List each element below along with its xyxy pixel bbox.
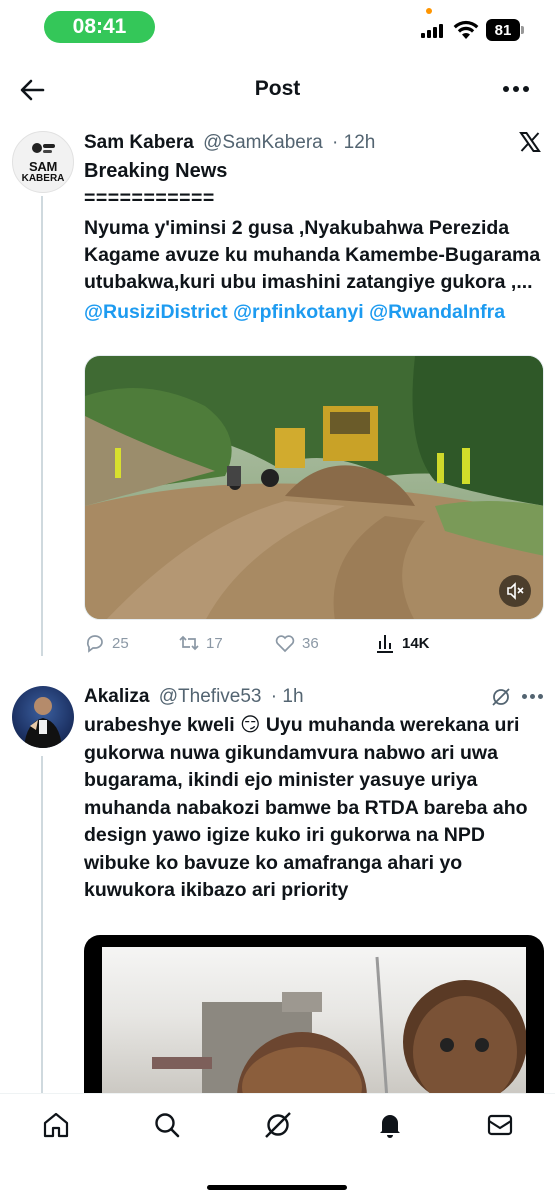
location-indicator-icon [426,8,432,14]
post-header: Post [0,62,555,118]
mute-icon [507,582,524,600]
like-count: 36 [302,634,319,652]
home-indicator [207,1185,347,1190]
post-timestamp[interactable]: · 1h [271,686,304,707]
grok-icon[interactable] [490,686,512,708]
battery-icon: 81 [486,19,524,41]
post-video[interactable] [84,355,544,620]
notifications-icon[interactable] [375,1110,405,1140]
avatar-text: SAM [29,158,57,174]
author-handle[interactable]: @SamKabera [203,132,323,153]
avatar[interactable] [12,686,74,748]
post-text: urabeshye kweli 😏 Uyu muhanda werekana u… [84,714,528,901]
author-handle[interactable]: @Thefive53 [159,686,262,707]
page-title: Post [254,77,301,100]
mention-link[interactable]: @rpfinkotanyi [233,301,364,323]
author-name[interactable]: Akaliza [84,686,149,707]
x-logo-icon [519,132,541,152]
post-text-line: Breaking News [84,160,228,182]
views-icon [377,635,393,653]
reply-count: 25 [112,634,129,652]
author-name[interactable]: Sam Kabera [84,132,194,153]
post-timestamp[interactable]: · 12h [332,132,375,153]
mention-link[interactable]: @RusiziDistrict [84,301,228,323]
views-count: 14K [402,634,430,652]
post-actions: 25 17 36 14K [84,630,544,656]
wifi-icon [453,20,479,39]
avatar[interactable]: SAM KABERA [12,131,74,193]
image-content [152,956,527,1100]
video-frame [85,356,543,619]
status-time: 08:41 [44,11,155,43]
mention-link[interactable]: @RwandaInfra [369,301,505,323]
avatar-photo [24,697,62,748]
repost-button[interactable]: 17 [178,630,223,656]
post-text: Breaking News =========== Nyuma y'iminsi… [84,158,546,326]
post-mentions: @RusiziDistrict @rpfinkotanyi @RwandaInf… [84,299,546,326]
like-icon [275,635,295,653]
search-icon[interactable] [152,1110,182,1140]
image-frame [102,947,527,1100]
home-icon[interactable] [41,1110,71,1140]
avatar-text: KABERA [21,172,65,184]
grok-icon[interactable] [263,1110,293,1140]
post-author-row: Sam Kabera @SamKabera · 12h [84,132,375,154]
reply-icon [86,635,103,653]
repost-count: 17 [206,634,223,652]
more-icon[interactable] [522,694,544,700]
cellular-signal-icon [421,24,445,38]
thread-connector [41,196,43,656]
post-image[interactable] [84,935,544,1100]
post-author-row: Akaliza @Thefive53 · 1h [84,686,304,708]
post-text-line: =========== [84,187,215,209]
more-icon[interactable] [503,86,529,94]
status-bar: 08:41 81 [0,0,555,54]
views-button[interactable]: 14K [374,630,430,656]
like-button[interactable]: 36 [274,630,319,656]
reply-button[interactable]: 25 [84,630,129,656]
repost-icon [179,635,199,651]
post-text-line: Nyuma y'iminsi 2 gusa ,Nyakubahwa Perezi… [84,217,541,293]
mute-button[interactable] [499,575,531,607]
messages-icon[interactable] [485,1110,515,1140]
battery-level: 81 [486,19,520,41]
thread-connector [41,756,43,1096]
bottom-tab-bar [0,1093,555,1200]
avatar-logo-mark [32,142,55,153]
